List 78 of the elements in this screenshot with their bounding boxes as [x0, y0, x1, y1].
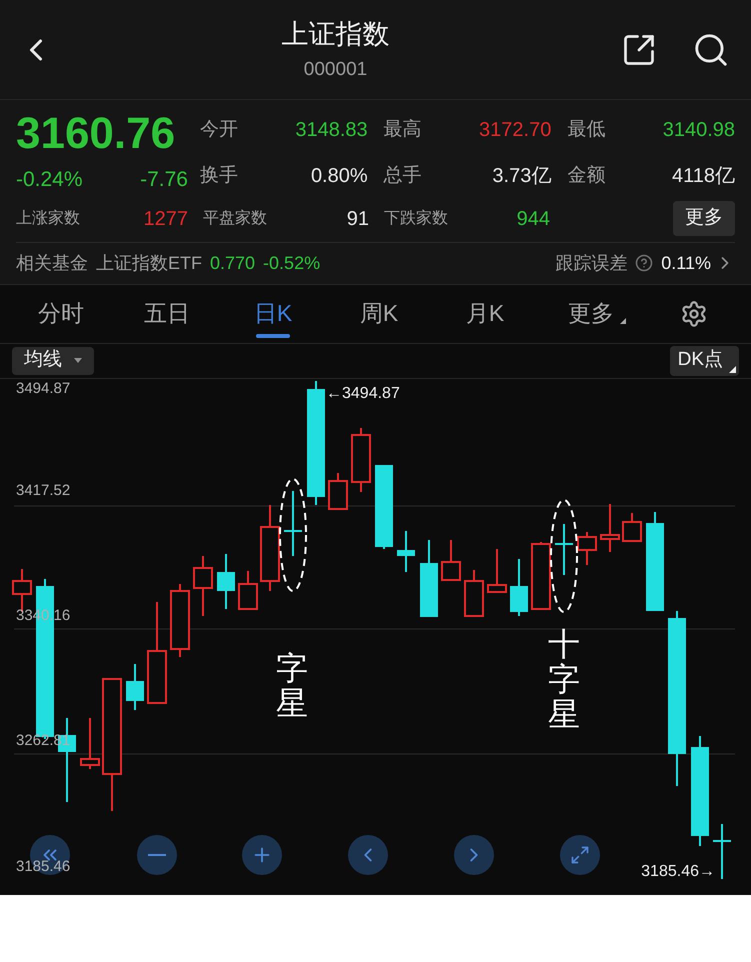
stat-label: 最低 [567, 118, 606, 142]
stat-value: 3.73亿 [492, 164, 552, 189]
breadth-label: 平盘家数 [203, 208, 267, 228]
candlestick [328, 472, 348, 510]
stat-label: 换手 [200, 164, 238, 188]
period-tab[interactable]: 分时 [8, 284, 114, 344]
candlestick [622, 512, 642, 542]
min-price-label: 3185.46→ [641, 862, 715, 882]
candlestick [193, 556, 213, 616]
stat-label: 金额 [567, 164, 606, 188]
breadth-value: 91 [346, 206, 369, 232]
stat-value: 3148.83 [295, 118, 368, 143]
candlestick [555, 524, 573, 574]
help-icon[interactable] [635, 254, 654, 272]
y-axis-label: 3185.46 [16, 858, 70, 874]
candlestick [397, 530, 415, 572]
max-price-label: ←3494.87 [326, 384, 400, 404]
candlestick [12, 568, 32, 612]
dropdown-triangle-icon [620, 318, 626, 324]
current-price: 3160.76 [16, 108, 176, 160]
period-tab[interactable]: 更多 [538, 284, 644, 344]
annotation-text: 十字星 [548, 626, 580, 732]
indicator-dropdown[interactable]: 均线 [12, 346, 94, 374]
candlestick [464, 570, 484, 616]
minus-icon [148, 854, 166, 856]
stat-value: 3140.98 [662, 118, 735, 143]
candlestick [238, 570, 258, 610]
expand-icon [570, 844, 590, 864]
tracking-error-label: 跟踪误差 [555, 252, 628, 274]
candlestick [577, 532, 597, 564]
change-percent: -0.24% [16, 167, 83, 193]
fund-label: 相关基金 [16, 252, 88, 274]
candlestick [510, 558, 528, 616]
stat-label: 最高 [384, 118, 422, 142]
tracking-error-value: 0.11% [661, 252, 711, 274]
fund-change: -0.52% [263, 252, 320, 274]
breadth-label: 上涨家数 [16, 208, 80, 228]
corner-triangle-icon [729, 366, 736, 372]
selected-underline [256, 334, 290, 338]
period-tab[interactable]: 月K [432, 284, 538, 344]
period-tab[interactable]: 周K [326, 284, 432, 344]
next-button[interactable] [454, 834, 494, 874]
candlestick [351, 428, 371, 492]
previous-button[interactable] [348, 834, 388, 874]
stat-value: 4118亿 [672, 164, 735, 189]
annotation-text: 字星 [276, 650, 308, 721]
stat-value: 0.80% [310, 164, 368, 189]
change-value: -7.76 [140, 167, 188, 193]
stat-label: 总手 [384, 164, 422, 188]
candlestick [441, 540, 461, 580]
fullscreen-button[interactable] [560, 834, 600, 874]
more-button[interactable]: 更多 [673, 201, 735, 236]
stat-value: 3172.70 [479, 118, 552, 143]
candlestick [80, 718, 100, 768]
candlestick [713, 824, 731, 878]
index-title: 上证指数 [282, 18, 390, 52]
zoom-out-button[interactable] [137, 834, 177, 874]
breadth-value: 1277 [144, 206, 188, 232]
fund-price: 0.770 [210, 252, 256, 274]
period-tab[interactable]: 五日 [114, 284, 220, 344]
candlestick [126, 664, 144, 710]
zoom-in-button[interactable] [242, 834, 282, 874]
breadth-value: 944 [516, 206, 550, 232]
candlestick [531, 542, 551, 610]
candlestick [600, 504, 620, 552]
fund-name[interactable]: 上证指数ETF [96, 250, 202, 276]
candlestick [284, 490, 302, 556]
y-axis-label: 3417.52 [16, 482, 70, 498]
candlestick [487, 548, 507, 592]
breadth-label: 下跌家数 [384, 208, 448, 228]
index-code: 000001 [304, 58, 368, 82]
stat-label: 今开 [200, 118, 238, 142]
settings-icon [680, 300, 708, 328]
period-tab[interactable]: 日K [220, 284, 326, 344]
y-axis-label: 3494.87 [16, 380, 70, 396]
candlestick [217, 554, 235, 608]
dk-button[interactable]: DK点 [670, 346, 739, 376]
caret-icon [74, 358, 82, 363]
